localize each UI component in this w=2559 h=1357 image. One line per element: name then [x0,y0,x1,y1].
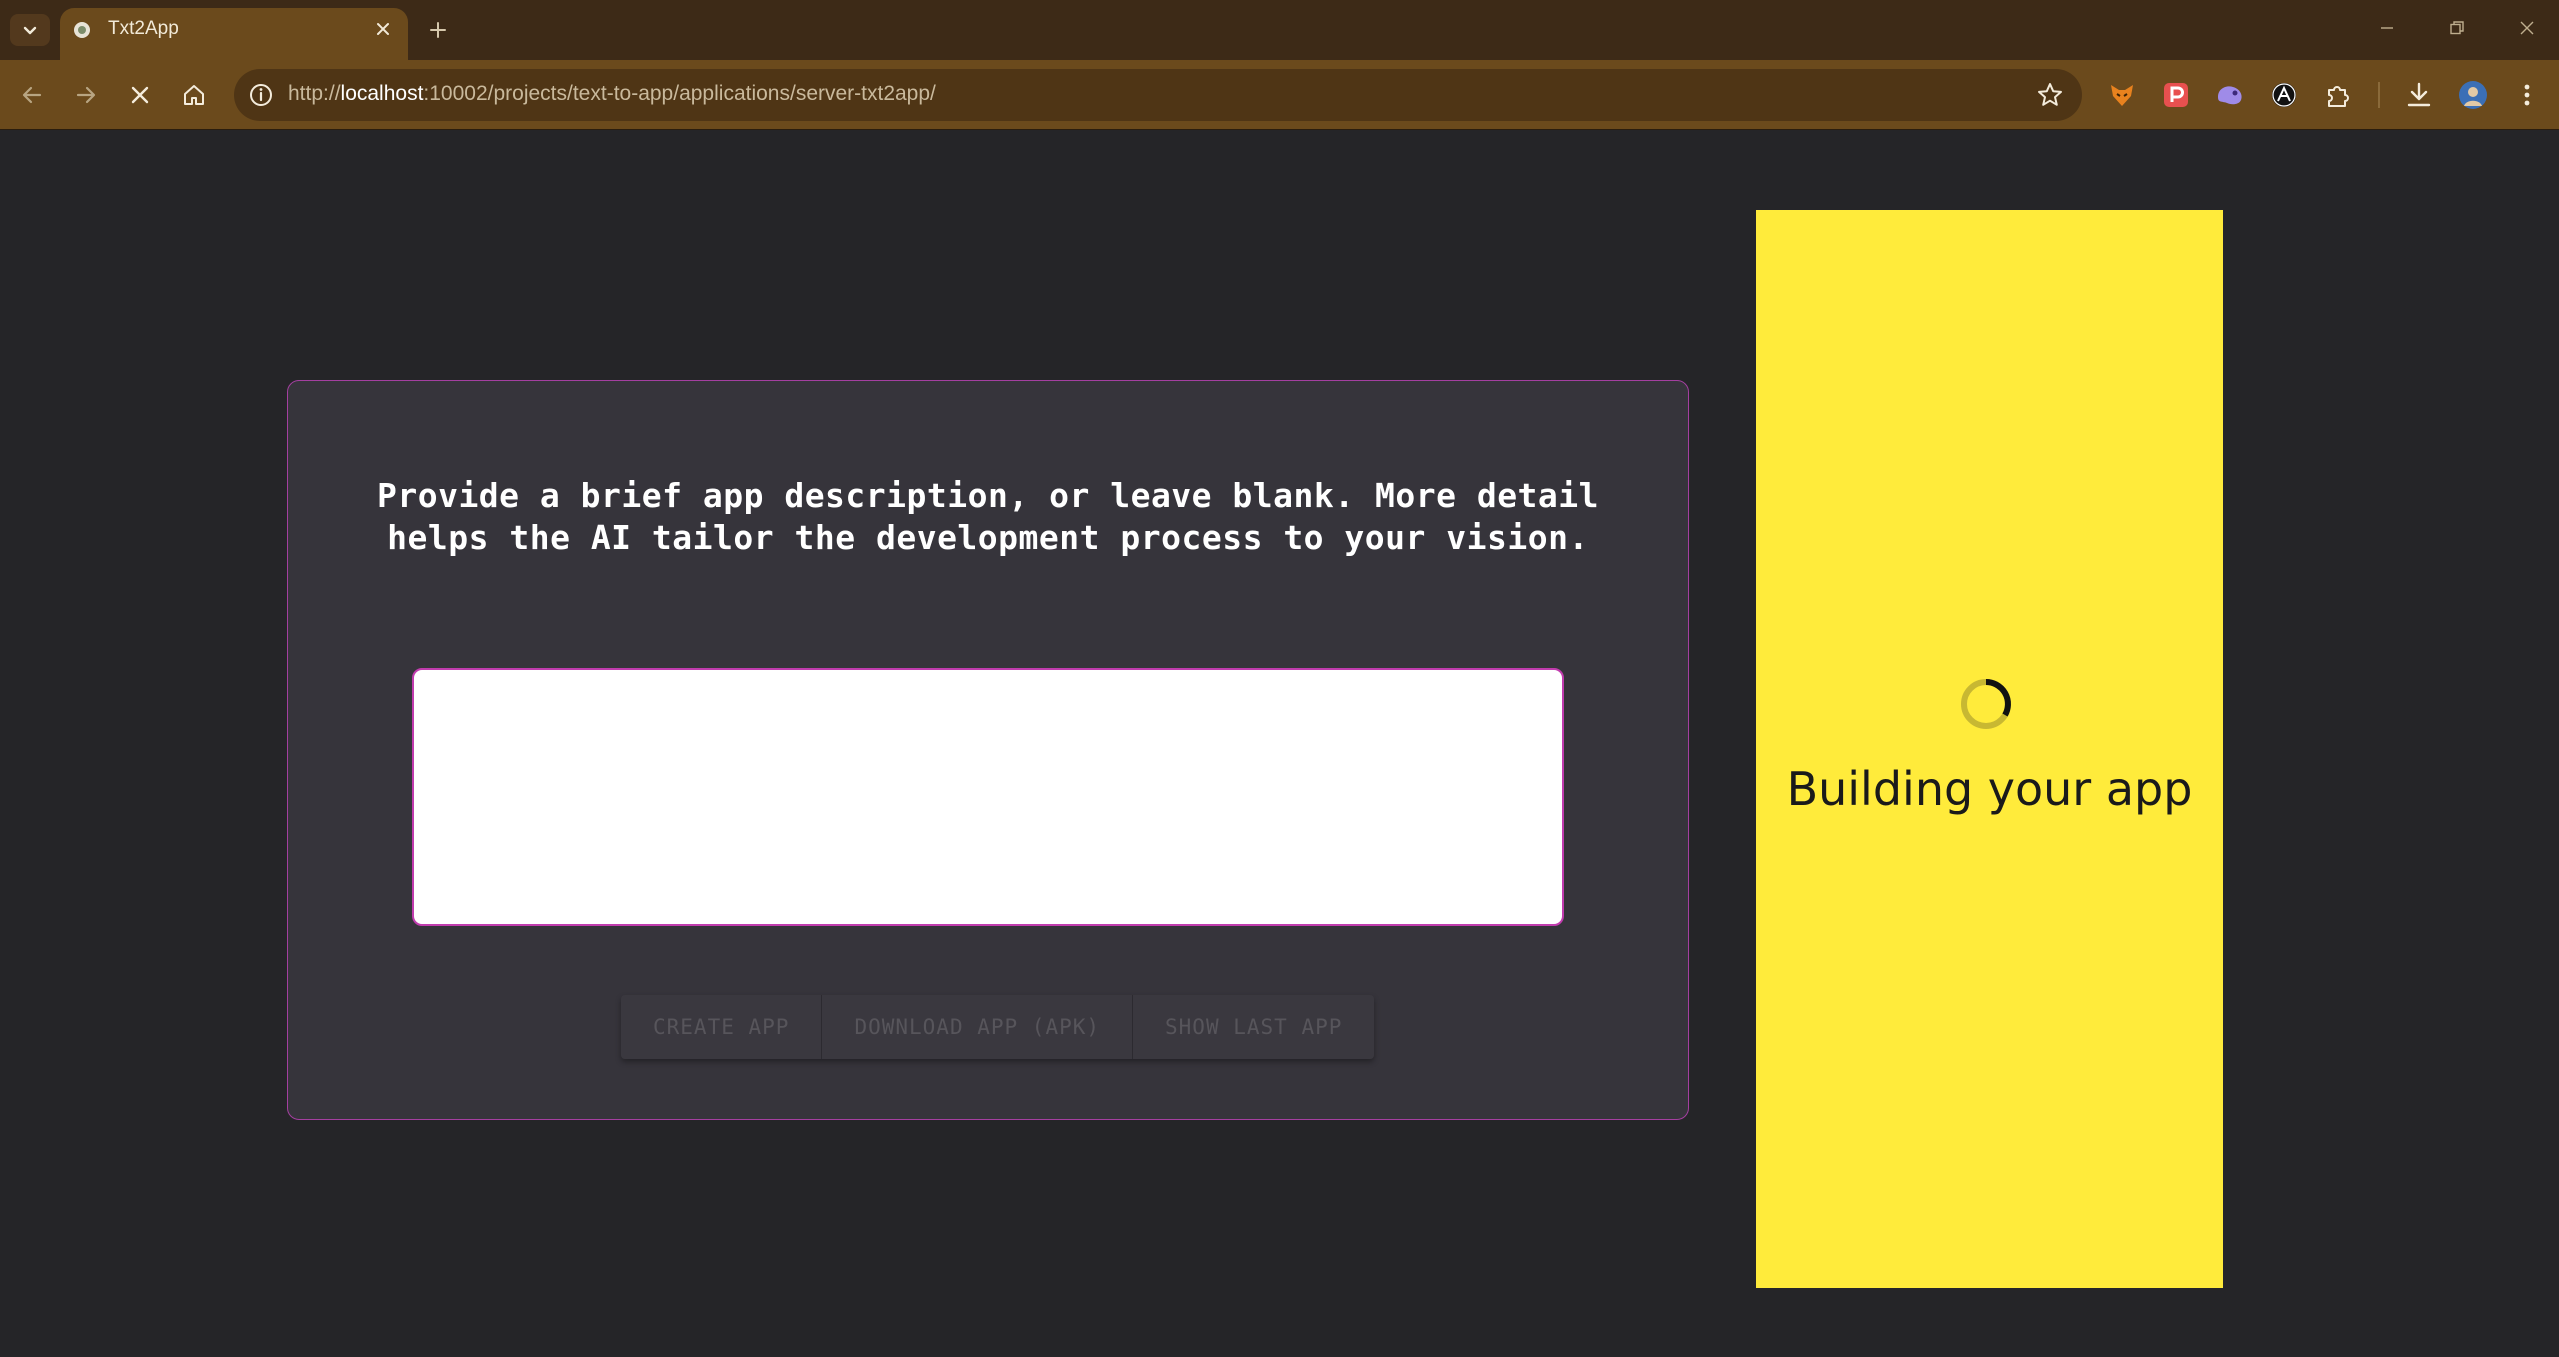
app-description-card: Provide a brief app description, or leav… [287,380,1689,1120]
p-extension-button[interactable] [2161,80,2191,110]
close-icon [2520,21,2534,35]
minimize-button[interactable] [2364,10,2410,46]
stop-loading-button[interactable] [118,73,162,117]
chrome-divider [0,129,2559,130]
home-icon [184,85,204,105]
downloads-button[interactable] [2404,80,2434,110]
close-icon [377,23,389,35]
kebab-menu-icon [2524,84,2530,106]
url-text: http://localhost:10002/projects/text-to-… [288,82,936,106]
prompt-heading: Provide a brief app description, or leav… [376,476,1600,557]
build-status-panel: Building your app [1756,210,2223,1288]
url-scheme: http:// [288,82,341,105]
p-extension-icon [2164,83,2188,107]
info-icon[interactable] [248,82,274,108]
star-icon[interactable] [2036,81,2064,109]
close-window-button[interactable] [2504,10,2550,46]
app-favicon-icon [74,22,90,38]
tab-title: Txt2App [108,18,179,39]
restore-icon [2450,21,2464,35]
url-path: :10002/projects/text-to-app/applications… [423,82,936,105]
create-app-button[interactable]: CREATE APP [621,995,823,1059]
download-app-apk-button[interactable]: DOWNLOAD APP (APK) [822,995,1134,1059]
loading-spinner-icon [1961,679,2011,729]
puzzle-icon [2328,86,2349,107]
url-host: localhost [340,82,424,105]
minimize-icon [2381,27,2393,29]
avatar-icon [2459,81,2487,109]
restore-button[interactable] [2434,10,2480,46]
extensions-button[interactable] [2323,80,2353,110]
address-bar[interactable]: http://localhost:10002/projects/text-to-… [234,69,2082,121]
a-extension-button[interactable] [2269,80,2299,110]
back-button[interactable] [10,73,54,117]
show-last-app-button[interactable]: SHOW LAST APP [1133,995,1375,1059]
build-status-text: Building your app [1786,762,2193,816]
forward-button[interactable] [64,73,108,117]
arrow-right-icon [76,86,96,104]
profile-button[interactable] [2458,80,2488,110]
toolbar-separator [2378,82,2380,108]
arrow-left-icon [22,86,42,104]
tab-search-button[interactable] [10,14,50,46]
browser-menu-button[interactable] [2512,80,2542,110]
plus-icon [430,22,446,38]
browser-toolbar: http://localhost:10002/projects/text-to-… [0,60,2559,130]
action-button-group: CREATE APP DOWNLOAD APP (APK) SHOW LAST … [621,995,1375,1059]
blob-extension-icon [2218,86,2242,105]
new-tab-button[interactable] [422,14,454,46]
home-button[interactable] [172,73,216,117]
download-icon [2407,82,2431,107]
app-description-input[interactable] [412,668,1564,926]
blob-extension-button[interactable] [2215,80,2245,110]
chevron-down-icon [23,26,37,35]
browser-tab-bar: Txt2App [0,0,2559,60]
stop-loading-icon [131,86,149,104]
tab-close-button[interactable] [370,16,396,42]
fox-extension-icon [2111,85,2133,106]
fox-extension-button[interactable] [2107,80,2137,110]
a-extension-icon [2272,83,2296,107]
